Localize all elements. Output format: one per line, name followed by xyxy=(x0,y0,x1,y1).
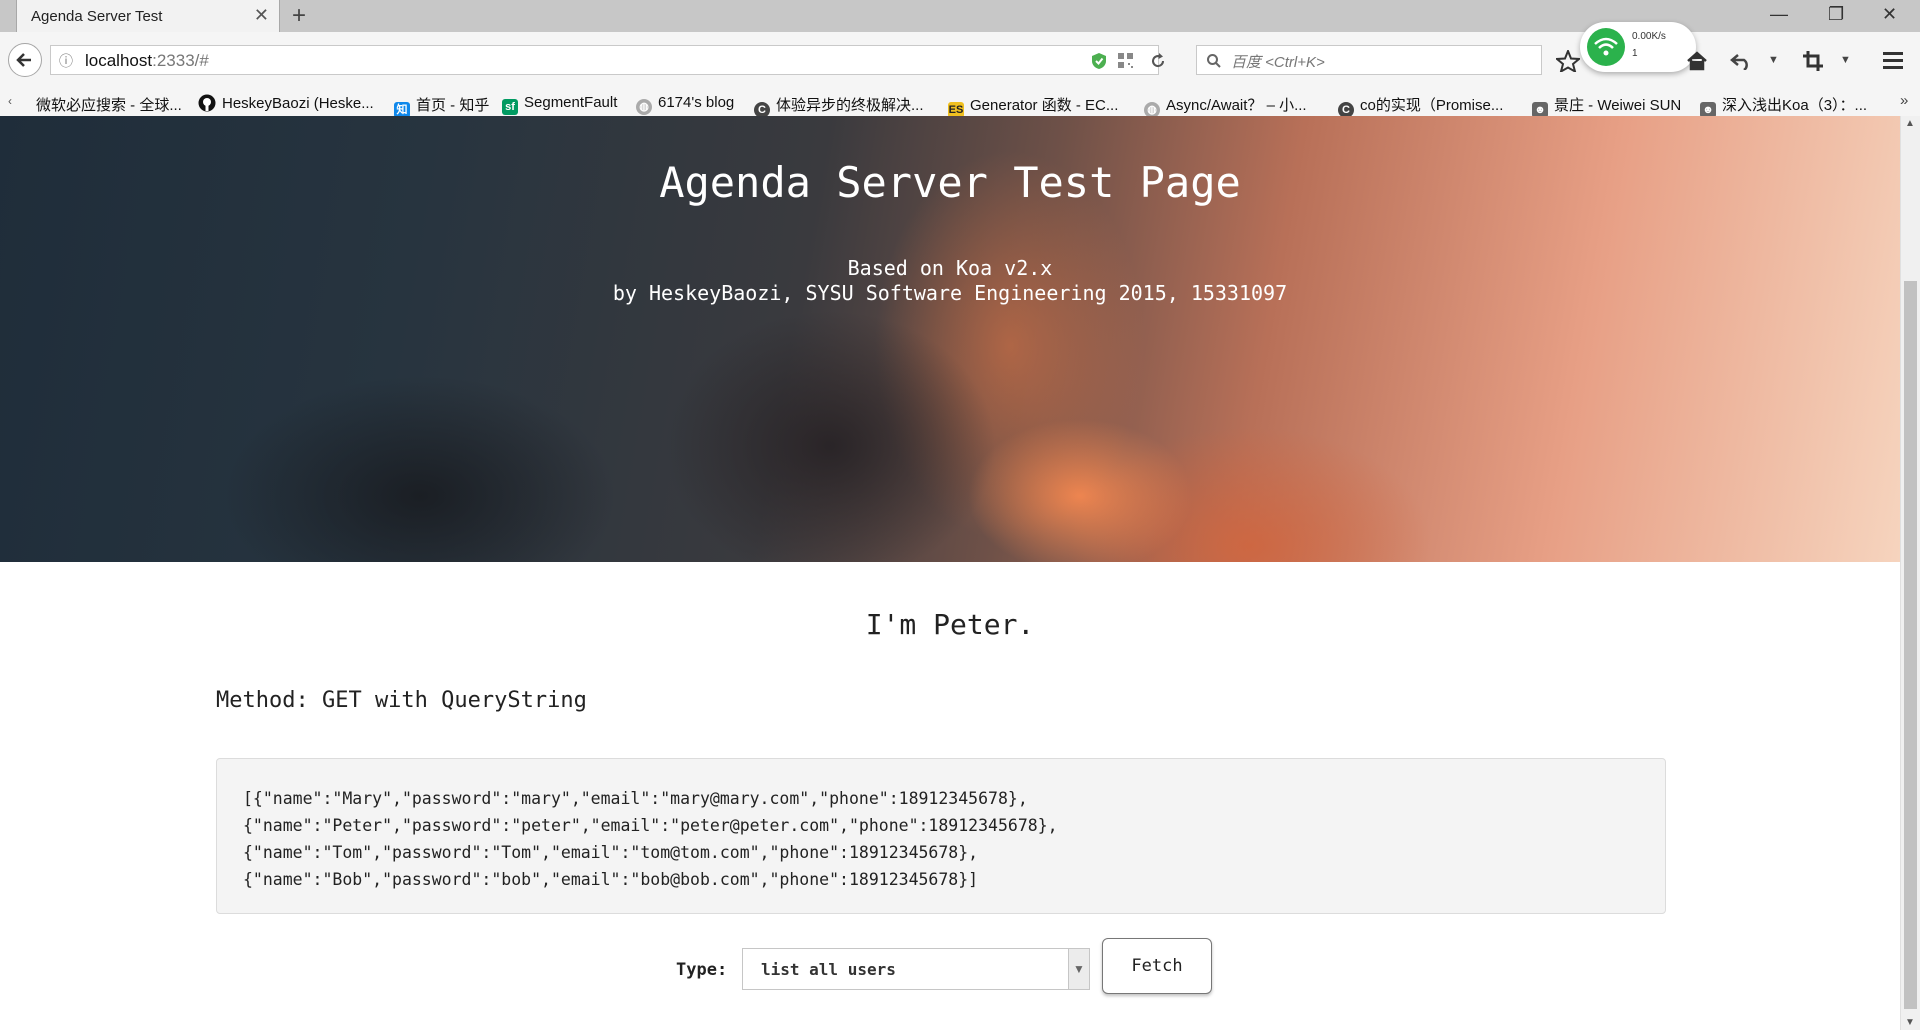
restore-icon[interactable]: ❐ xyxy=(1828,4,1844,25)
result-line: {"name":"Peter","password":"peter","emai… xyxy=(243,816,1058,835)
type-select-value: list all users xyxy=(761,960,896,979)
method-heading: Method: GET with QueryString xyxy=(216,688,587,713)
menu-icon[interactable] xyxy=(1882,50,1904,70)
result-box: [{"name":"Mary","password":"mary","email… xyxy=(216,758,1666,914)
network-monitor-widget[interactable]: 0.00K/s 1 xyxy=(1580,22,1696,72)
reload-icon[interactable] xyxy=(1149,52,1167,70)
bookmark-item[interactable]: ◍ Async/Await？ – 小... xyxy=(1144,94,1307,118)
bookmark-item[interactable]: Cco的实现（Promise... xyxy=(1338,94,1503,118)
hero-author: by HeskeyBaozi, SYSU Software Engineerin… xyxy=(612,281,1288,305)
chevron-left-icon[interactable]: ‹ xyxy=(8,94,12,108)
segmentfault-icon: sf xyxy=(502,99,518,115)
greeting-text: I'm Peter. xyxy=(865,608,1035,641)
chevron-down-icon[interactable]: ▼ xyxy=(1768,54,1779,66)
bookmark-item[interactable]: 微软必应搜索 - 全球... xyxy=(36,94,182,115)
back-button[interactable] xyxy=(8,43,42,77)
tab-title: Agenda Server Test xyxy=(31,8,163,25)
undo-icon[interactable] xyxy=(1730,52,1752,70)
url-text: localhost:2333/# xyxy=(85,51,209,70)
net-count: 1 xyxy=(1632,48,1638,59)
more-bookmarks-icon[interactable]: » xyxy=(1900,92,1908,109)
home-icon[interactable] xyxy=(1686,50,1708,72)
minimize-icon[interactable]: — xyxy=(1770,4,1788,25)
result-line: {"name":"Bob","password":"bob","email":"… xyxy=(243,870,979,889)
url-bar[interactable]: ⓘ localhost:2333/# xyxy=(50,45,1165,75)
bookmark-item[interactable]: 知首页 - 知乎 xyxy=(394,94,489,118)
fetch-button[interactable]: Fetch xyxy=(1102,938,1212,994)
bookmark-item[interactable]: ◍ 6174's blog xyxy=(636,94,734,115)
scroll-up-icon[interactable]: ▲ xyxy=(1905,118,1915,129)
scroll-down-icon[interactable]: ▼ xyxy=(1905,1017,1915,1028)
crop-icon[interactable] xyxy=(1802,50,1824,72)
bookmark-item[interactable]: ☻ 深入浅出Koa（3）：... xyxy=(1700,94,1867,118)
bookmark-item[interactable]: ES Generator 函数 - EC... xyxy=(948,94,1118,118)
info-icon[interactable]: ⓘ xyxy=(59,51,73,71)
dropdown-arrow-icon[interactable]: ▼ xyxy=(1068,949,1089,989)
hero-subtitle: Based on Koa v2.x xyxy=(847,256,1053,280)
bookmark-item[interactable]: HeskeyBaozi (Heske... xyxy=(198,94,374,112)
close-tab-icon[interactable]: ✕ xyxy=(254,5,269,26)
result-line: {"name":"Tom","password":"Tom","email":"… xyxy=(243,843,979,862)
bookmark-star-icon[interactable] xyxy=(1556,50,1580,72)
result-line: [{"name":"Mary","password":"mary","email… xyxy=(243,789,1028,808)
type-select[interactable]: list all users ▼ xyxy=(742,948,1090,990)
chevron-down-icon[interactable]: ▼ xyxy=(1840,54,1851,66)
hero-banner: Agenda Server Test Page Based on Koa v2.… xyxy=(0,116,1900,562)
shield-icon[interactable] xyxy=(1091,52,1107,70)
qr-code-icon[interactable] xyxy=(1117,52,1134,69)
net-speed: 0.00K/s xyxy=(1632,31,1666,42)
bookmark-item[interactable]: ☻ 景庄 - Weiwei SUN xyxy=(1532,94,1681,118)
scroll-thumb[interactable] xyxy=(1904,281,1917,1009)
bookmark-item[interactable]: sf SegmentFault xyxy=(502,94,617,115)
type-label: Type: xyxy=(676,960,728,980)
page-scrollbar[interactable]: ▲ ▼ xyxy=(1900,116,1920,1030)
page-title: Agenda Server Test Page xyxy=(659,158,1241,207)
github-icon xyxy=(198,94,216,112)
search-icon xyxy=(1207,54,1221,68)
back-arrow-icon xyxy=(16,53,31,67)
new-tab-icon[interactable]: + xyxy=(292,2,306,30)
wifi-icon xyxy=(1587,28,1625,66)
close-window-icon[interactable]: ✕ xyxy=(1882,4,1897,25)
bookmark-item[interactable]: C 体验异步的终极解决... xyxy=(754,94,924,118)
browser-tab[interactable]: Agenda Server Test ✕ xyxy=(16,0,280,32)
search-placeholder: 百度 <Ctrl+K> xyxy=(1231,54,1325,71)
bookmarks-toolbar: ‹ 微软必应搜索 - 全球... HeskeyBaozi (Heske... 知… xyxy=(0,88,1920,118)
search-bar[interactable]: 百度 <Ctrl+K> xyxy=(1196,45,1542,75)
page-viewport: Agenda Server Test Page Based on Koa v2.… xyxy=(0,116,1900,1030)
globe-icon: ◍ xyxy=(636,99,652,115)
